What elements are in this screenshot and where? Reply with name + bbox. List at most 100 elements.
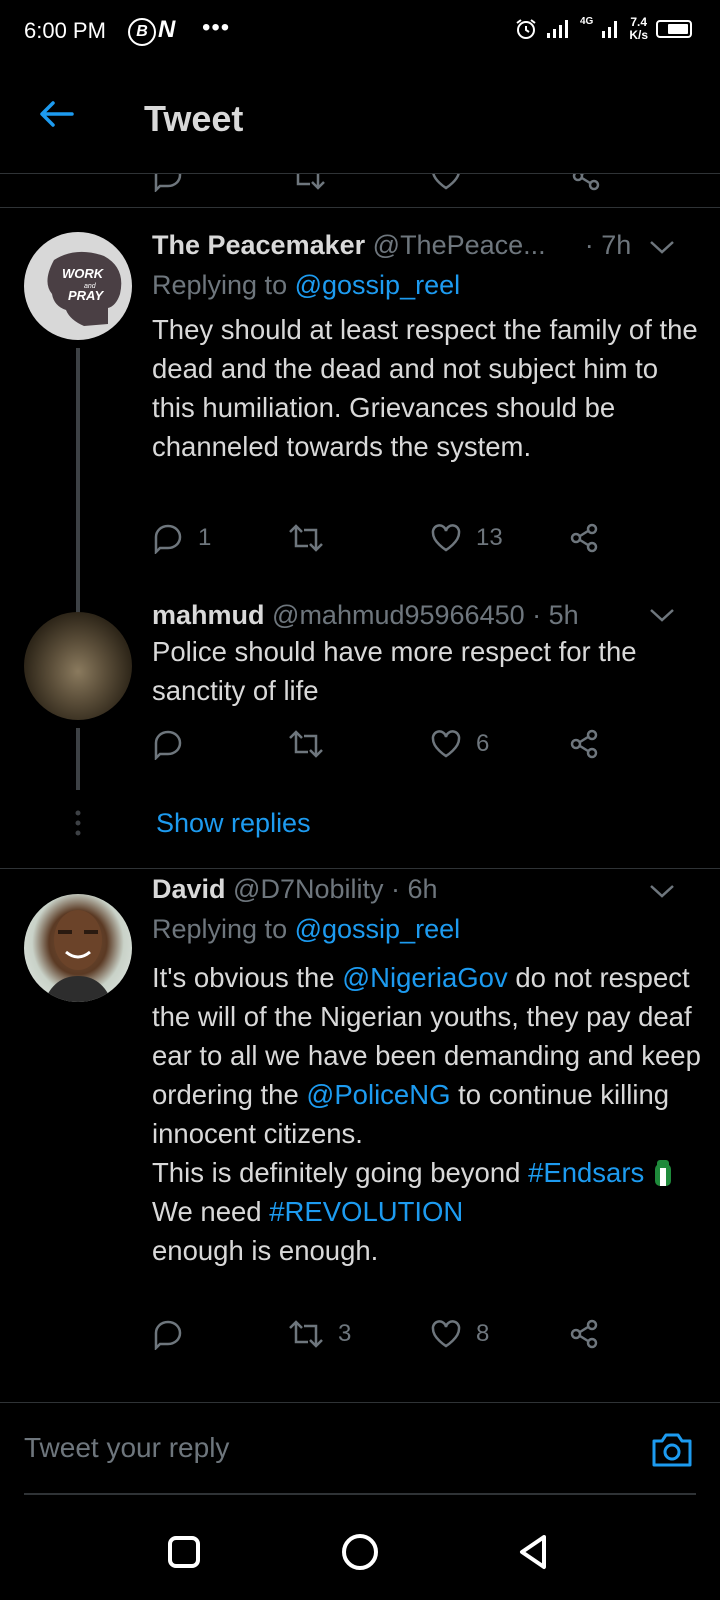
recents-square-icon[interactable] bbox=[164, 1532, 204, 1572]
tweet-header: The Peacemaker @ThePeace... · 7h bbox=[152, 230, 631, 261]
nigeria-flag-fist-emoji-icon bbox=[655, 1160, 672, 1186]
tweet-text: It's obvious the @NigeriaGov do not resp… bbox=[152, 962, 701, 1266]
back-triangle-icon[interactable] bbox=[514, 1532, 554, 1572]
network-speed: 7.4 K/s bbox=[629, 15, 648, 42]
like-count: 6 bbox=[476, 730, 490, 757]
arrow-left-icon[interactable] bbox=[38, 100, 74, 128]
retweet-button[interactable]: 3 bbox=[288, 1316, 351, 1352]
reply-button[interactable] bbox=[152, 726, 198, 762]
user-handle[interactable]: @ThePeace... bbox=[373, 230, 546, 260]
system-nav-bar bbox=[0, 1502, 720, 1600]
heart-icon bbox=[431, 730, 461, 758]
tweet-time: 5h bbox=[548, 600, 579, 630]
share-button[interactable] bbox=[568, 1316, 600, 1352]
status-right-group: 4G 7.4 K/s bbox=[514, 16, 692, 42]
page-title: Tweet bbox=[144, 98, 244, 139]
tweet-actions: 6 bbox=[152, 726, 632, 762]
tweet-text: Police should have more respect for the … bbox=[152, 636, 637, 706]
chevron-down-icon[interactable] bbox=[648, 606, 676, 624]
retweet-button[interactable] bbox=[288, 726, 338, 762]
avatar-photo bbox=[44, 910, 112, 1002]
separator-dot: · bbox=[391, 874, 401, 904]
reply-icon bbox=[154, 730, 182, 760]
heart-icon bbox=[431, 1320, 461, 1348]
user-handle[interactable]: @D7Nobility bbox=[233, 874, 383, 904]
previous-tweet-actions bbox=[0, 174, 720, 208]
reply-input[interactable] bbox=[24, 1423, 624, 1473]
avatar[interactable] bbox=[24, 612, 132, 720]
like-button[interactable]: 8 bbox=[430, 1316, 489, 1352]
replying-to: Replying to @gossip_reel bbox=[152, 270, 461, 300]
like-button[interactable]: 13 bbox=[430, 520, 503, 556]
tweet-header: mahmud @mahmud95966450 · 5h bbox=[152, 600, 579, 631]
work-and-pray-logo: WORK and PRAY bbox=[47, 251, 122, 326]
retweet-count: 3 bbox=[338, 1320, 352, 1347]
battery-icon bbox=[656, 20, 692, 38]
divider bbox=[0, 868, 720, 869]
more-notifications-icon: ••• bbox=[202, 14, 231, 41]
heart-icon bbox=[431, 524, 461, 552]
tweet-header: David @D7Nobility · 6h bbox=[152, 874, 438, 905]
share-icon bbox=[570, 1319, 598, 1349]
home-circle-icon[interactable] bbox=[340, 1532, 380, 1572]
share-icon[interactable] bbox=[570, 174, 602, 192]
tweet-time: 7h bbox=[601, 230, 632, 260]
replying-to: Replying to @gossip_reel bbox=[152, 914, 461, 944]
show-replies-link[interactable]: Show replies bbox=[156, 808, 311, 839]
chevron-down-icon[interactable] bbox=[648, 882, 676, 900]
hashtag-endsars[interactable]: #Endsars bbox=[528, 1157, 644, 1188]
mention-policeng[interactable]: @PoliceNG bbox=[306, 1079, 450, 1110]
alarm-icon bbox=[516, 19, 536, 39]
top-app-bar: Tweet bbox=[0, 64, 720, 174]
display-name[interactable]: mahmud bbox=[152, 600, 265, 630]
b-badge-icon: B bbox=[128, 18, 156, 46]
chevron-down-icon[interactable] bbox=[648, 238, 676, 256]
status-bar: 6:00 PM B N ••• 4G 7.4 K/s bbox=[0, 0, 720, 64]
avatar[interactable]: WORK and PRAY bbox=[24, 232, 132, 340]
replying-to-link[interactable]: @gossip_reel bbox=[295, 914, 461, 944]
retweet-icon bbox=[289, 1320, 323, 1348]
separator-dot: · bbox=[584, 230, 594, 260]
reply-compose-bar bbox=[0, 1402, 720, 1502]
reply-button[interactable] bbox=[152, 1316, 198, 1352]
retweet-icon[interactable] bbox=[290, 174, 326, 192]
share-icon bbox=[570, 523, 598, 553]
camera-icon[interactable] bbox=[650, 1429, 694, 1469]
display-name[interactable]: David bbox=[152, 874, 226, 904]
avatar[interactable] bbox=[24, 894, 132, 1002]
thread-dots-icon bbox=[75, 810, 81, 836]
replying-to-link[interactable]: @gossip_reel bbox=[295, 270, 461, 300]
mention-nigeriagov[interactable]: @NigeriaGov bbox=[342, 962, 507, 993]
like-count: 8 bbox=[476, 1320, 490, 1347]
hashtag-revolution[interactable]: #REVOLUTION bbox=[269, 1196, 463, 1227]
retweet-button[interactable] bbox=[288, 520, 338, 556]
like-button[interactable]: 6 bbox=[430, 726, 489, 762]
reply-icon[interactable] bbox=[152, 174, 184, 192]
reply-count: 1 bbox=[198, 524, 212, 551]
tweet-actions: 1 13 bbox=[152, 520, 632, 556]
tweet-text: They should at least respect the family … bbox=[152, 314, 698, 462]
share-button[interactable] bbox=[568, 520, 600, 556]
signal-icon-2 bbox=[602, 21, 618, 38]
reply-icon bbox=[154, 524, 182, 554]
avatar-text-pray: PRAY bbox=[68, 288, 104, 303]
heart-icon[interactable] bbox=[430, 174, 462, 192]
like-count: 13 bbox=[476, 524, 503, 551]
retweet-icon bbox=[289, 730, 323, 758]
network-type-label: 4G bbox=[579, 15, 594, 27]
signal-icon bbox=[546, 20, 568, 38]
reply-button[interactable]: 1 bbox=[152, 520, 211, 556]
user-handle[interactable]: @mahmud95966450 bbox=[272, 600, 525, 630]
share-icon bbox=[570, 729, 598, 759]
tweet-time: 6h bbox=[407, 874, 438, 904]
input-underline bbox=[24, 1493, 696, 1495]
thread-connector bbox=[76, 348, 80, 616]
status-time: 6:00 PM bbox=[24, 18, 106, 43]
separator-dot: · bbox=[532, 600, 542, 630]
share-button[interactable] bbox=[568, 726, 600, 762]
reply-icon bbox=[154, 1320, 182, 1350]
display-name[interactable]: The Peacemaker bbox=[152, 230, 365, 260]
n-notification-icon: N bbox=[158, 16, 176, 43]
avatar-text-work: WORK bbox=[62, 266, 105, 281]
tweet-actions: 3 8 bbox=[152, 1316, 632, 1352]
